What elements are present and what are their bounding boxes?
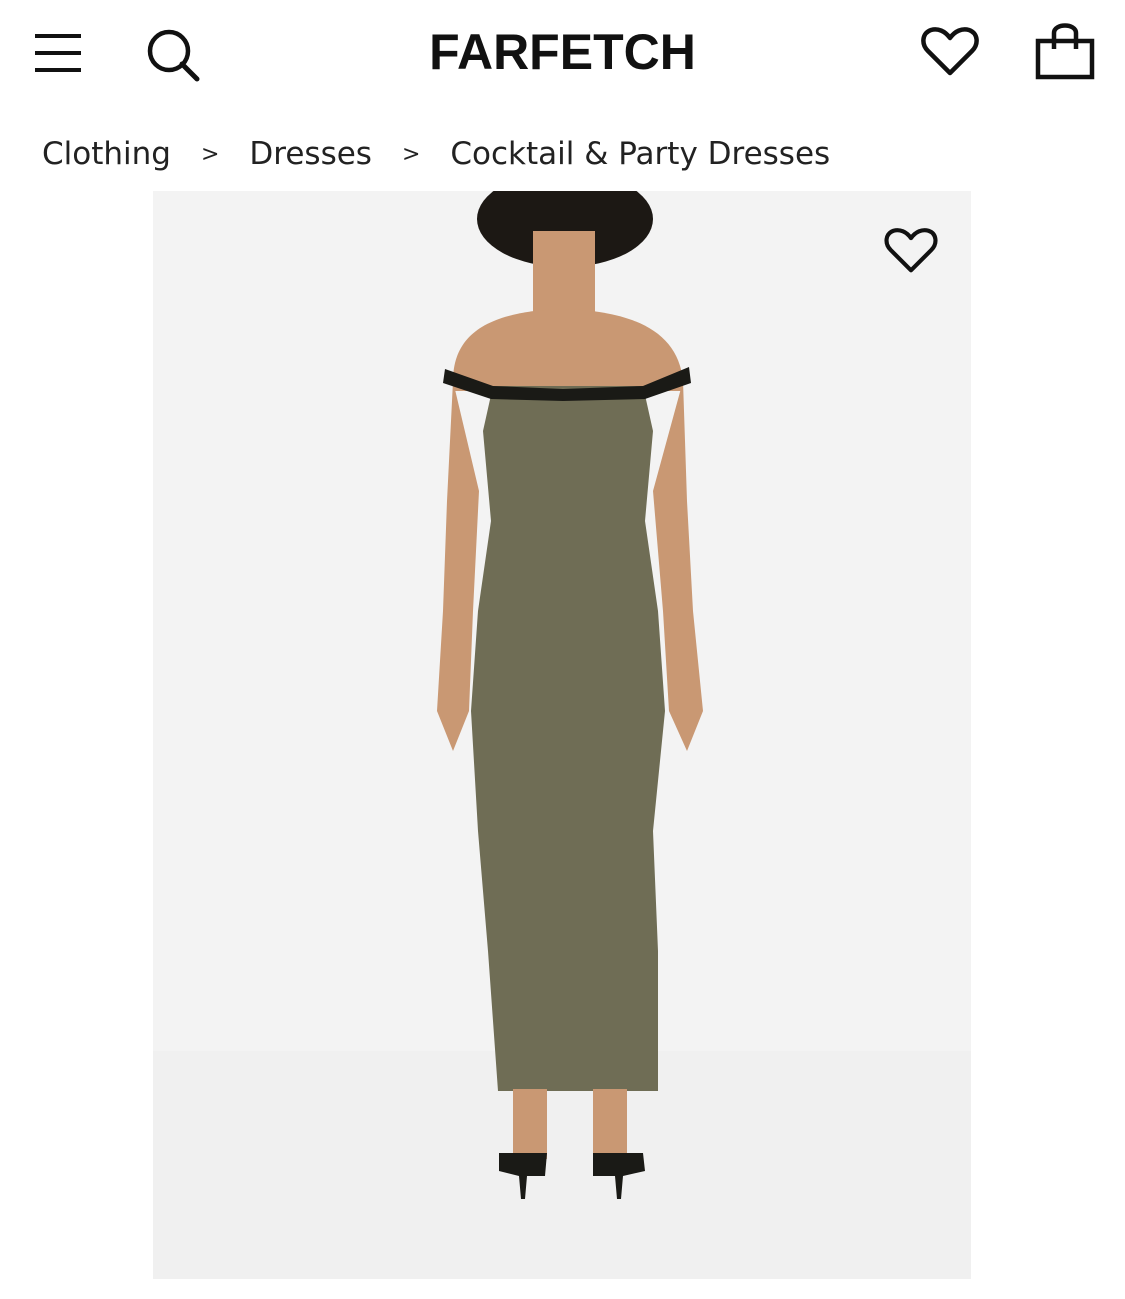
wishlist-button[interactable] xyxy=(918,24,982,80)
breadcrumb-item-clothing[interactable]: Clothing xyxy=(42,136,171,172)
breadcrumb-separator: > xyxy=(401,141,421,167)
breadcrumb-item-dresses[interactable]: Dresses xyxy=(249,136,372,172)
product-image[interactable] xyxy=(153,191,971,1279)
breadcrumb-item-cocktail-party-dresses[interactable]: Cocktail & Party Dresses xyxy=(450,136,830,172)
heart-icon xyxy=(884,228,938,273)
product-photo-model xyxy=(437,191,703,1199)
product-wishlist-button[interactable] xyxy=(881,223,941,279)
shopping-bag-button[interactable] xyxy=(1032,20,1098,82)
breadcrumb: Clothing > Dresses > Cocktail & Party Dr… xyxy=(42,130,830,178)
breadcrumb-separator: > xyxy=(200,141,220,167)
top-header: FARFETCH xyxy=(0,0,1125,105)
heart-icon xyxy=(921,27,979,76)
shopping-bag-icon xyxy=(1035,23,1095,80)
